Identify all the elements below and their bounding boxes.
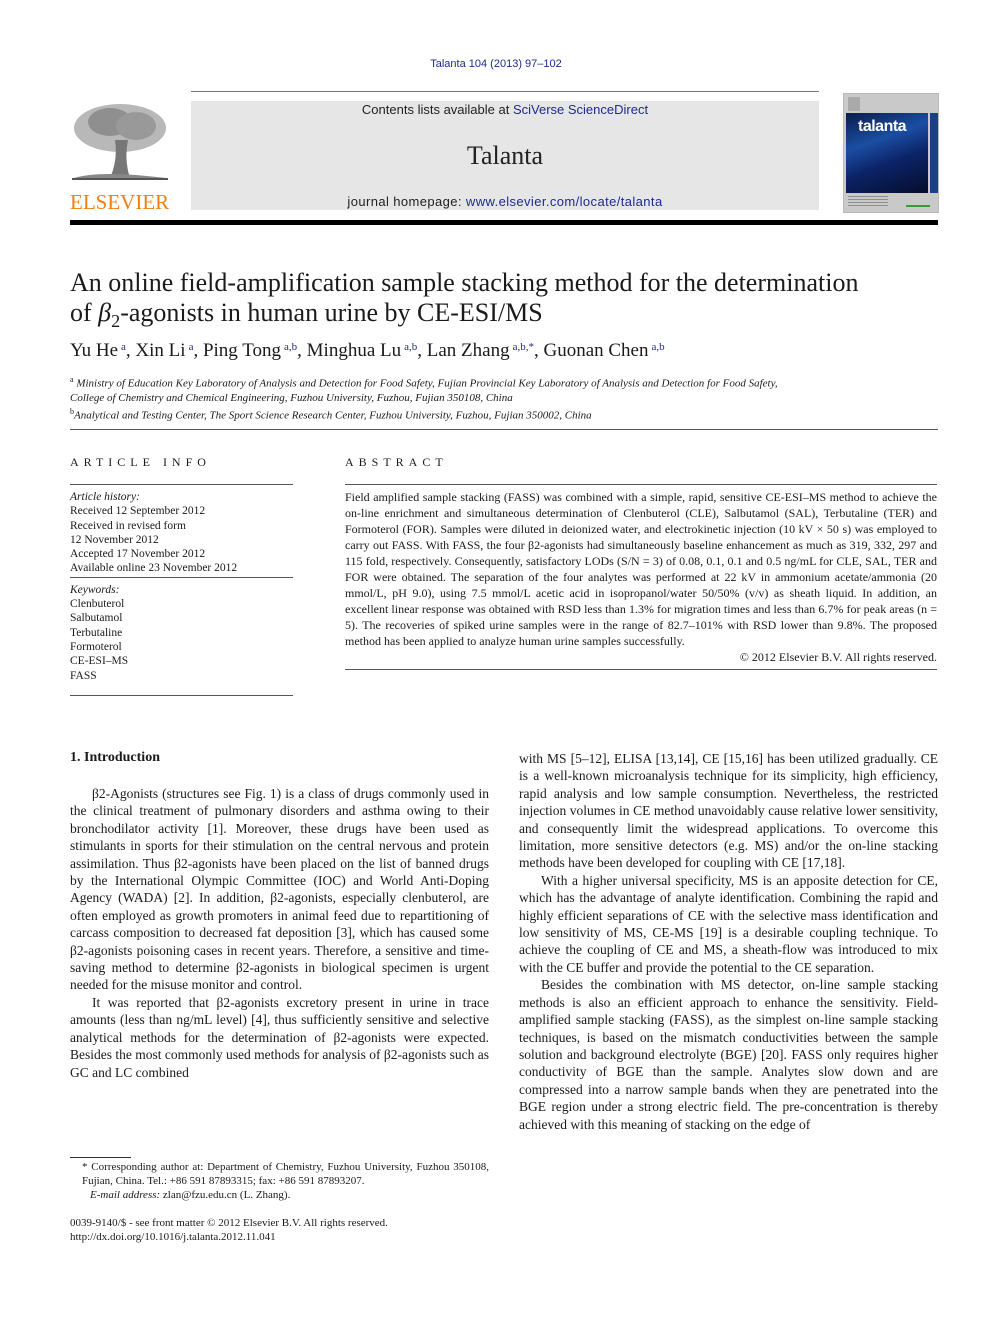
affiliation-marker[interactable]: a,b	[284, 341, 297, 353]
abstract-text: Field amplified sample stacking (FASS) w…	[345, 490, 937, 648]
author-name[interactable]: Xin Li	[135, 340, 185, 361]
author-name[interactable]: Lan Zhang	[427, 340, 510, 361]
paragraph: with MS [5–12], ELISA [13,14], CE [15,16…	[519, 751, 938, 871]
masthead-divider	[70, 220, 938, 225]
abstract-heading: ABSTRACT	[345, 455, 448, 469]
keyword: Terbutaline	[70, 626, 123, 639]
journal-homepage: journal homepage: www.elsevier.com/locat…	[347, 194, 663, 209]
journal-reference[interactable]: Talanta 104 (2013) 97–102	[0, 58, 992, 70]
email-link[interactable]: zlan@fzu.edu.cn (L. Zhang).	[163, 1189, 290, 1201]
cover-emblem-icon	[848, 97, 860, 111]
journal-title: Talanta	[466, 141, 544, 170]
email-note: E-mail address: zlan@fzu.edu.cn (L. Zhan…	[90, 1189, 291, 1201]
footnote-rule	[70, 1157, 131, 1158]
history-item: Available online 23 November 2012	[70, 562, 238, 575]
paragraph: With a higher universal specificity, MS …	[519, 872, 938, 975]
keyword: Formoterol	[70, 640, 122, 653]
affiliation-a: a Ministry of Education Key Laboratory o…	[70, 375, 778, 390]
article-history: Article history: Received 12 September 2…	[70, 490, 293, 576]
body-column-right: with MS [5–12], ELISA [13,14], CE [15,16…	[519, 750, 938, 1133]
article-title: An online field-amplification sample sta…	[70, 268, 859, 332]
author-name[interactable]: Minghua Lu	[307, 340, 401, 361]
paragraph: Besides the combination with MS detector…	[519, 977, 938, 1132]
doi-link[interactable]: http://dx.doi.org/10.1016/j.talanta.2012…	[70, 1230, 489, 1244]
affiliation-b: bAnalytical and Testing Center, The Spor…	[70, 406, 592, 422]
abstract: ABSTRACT Field amplified sample stacking…	[345, 455, 937, 670]
author-name[interactable]: Ping Tong	[203, 340, 281, 361]
author-name[interactable]: Yu He	[70, 340, 118, 361]
article-info: ARTICLE INFO Article history: Received 1…	[70, 455, 293, 696]
cover-title: talanta	[858, 118, 907, 135]
keyword: Salbutamol	[70, 612, 123, 625]
corresponding-author-note: * Corresponding author at: Department of…	[82, 1161, 489, 1187]
elsevier-wordmark: ELSEVIER	[70, 190, 170, 214]
elsevier-tree-icon	[70, 100, 170, 182]
author-list: Yu He a, Xin Li a, Ping Tong a,b, Minghua L…	[70, 340, 665, 361]
paragraph: β2-Agonists (structures see Fig. 1) is a…	[70, 786, 489, 993]
header-rule	[191, 91, 819, 92]
section-divider	[70, 429, 938, 430]
author-name[interactable]: Guonan Chen	[543, 340, 648, 361]
history-item: Accepted 17 November 2012	[70, 548, 206, 561]
history-item: Received in revised form	[70, 519, 186, 532]
affiliations: a Ministry of Education Key Laboratory o…	[70, 373, 940, 422]
history-item: 12 November 2012	[70, 533, 159, 546]
contents-line: Contents lists available at SciVerse Sci…	[361, 102, 649, 117]
issn-line: 0039-9140/$ - see front matter © 2012 El…	[70, 1217, 388, 1229]
sciencedirect-link[interactable]: SciVerse ScienceDirect	[513, 102, 648, 117]
introduction-heading: 1. Introduction	[70, 750, 160, 765]
affiliation-marker[interactable]: a,b	[651, 341, 664, 353]
elsevier-logo[interactable]: ELSEVIER	[70, 100, 172, 214]
keywords: Keywords: Clenbuterol Salbutamol Terbutali…	[70, 583, 293, 683]
keyword: FASS	[70, 669, 97, 682]
affiliation-marker[interactable]: a,b,*	[513, 341, 534, 353]
body-column-left: β2-Agonists (structures see Fig. 1) is a…	[70, 785, 489, 1081]
affiliation-marker[interactable]: a,b	[404, 341, 417, 353]
article-info-heading: ARTICLE INFO	[70, 455, 211, 469]
front-matter: 0039-9140/$ - see front matter © 2012 El…	[70, 1216, 489, 1244]
history-item: Received 12 September 2012	[70, 505, 206, 518]
keyword: CE-ESI–MS	[70, 655, 129, 668]
paragraph: It was reported that β2-agonists excreto…	[70, 994, 489, 1080]
homepage-link[interactable]: www.elsevier.com/locate/talanta	[466, 194, 663, 209]
journal-masthead: Contents lists available at SciVerse Sci…	[191, 101, 819, 210]
keyword: Clenbuterol	[70, 598, 125, 611]
footnote: * Corresponding author at: Department of…	[70, 1160, 489, 1202]
journal-cover-image[interactable]: talanta	[843, 93, 939, 213]
abstract-copyright: © 2012 Elsevier B.V. All rights reserved…	[739, 650, 937, 664]
